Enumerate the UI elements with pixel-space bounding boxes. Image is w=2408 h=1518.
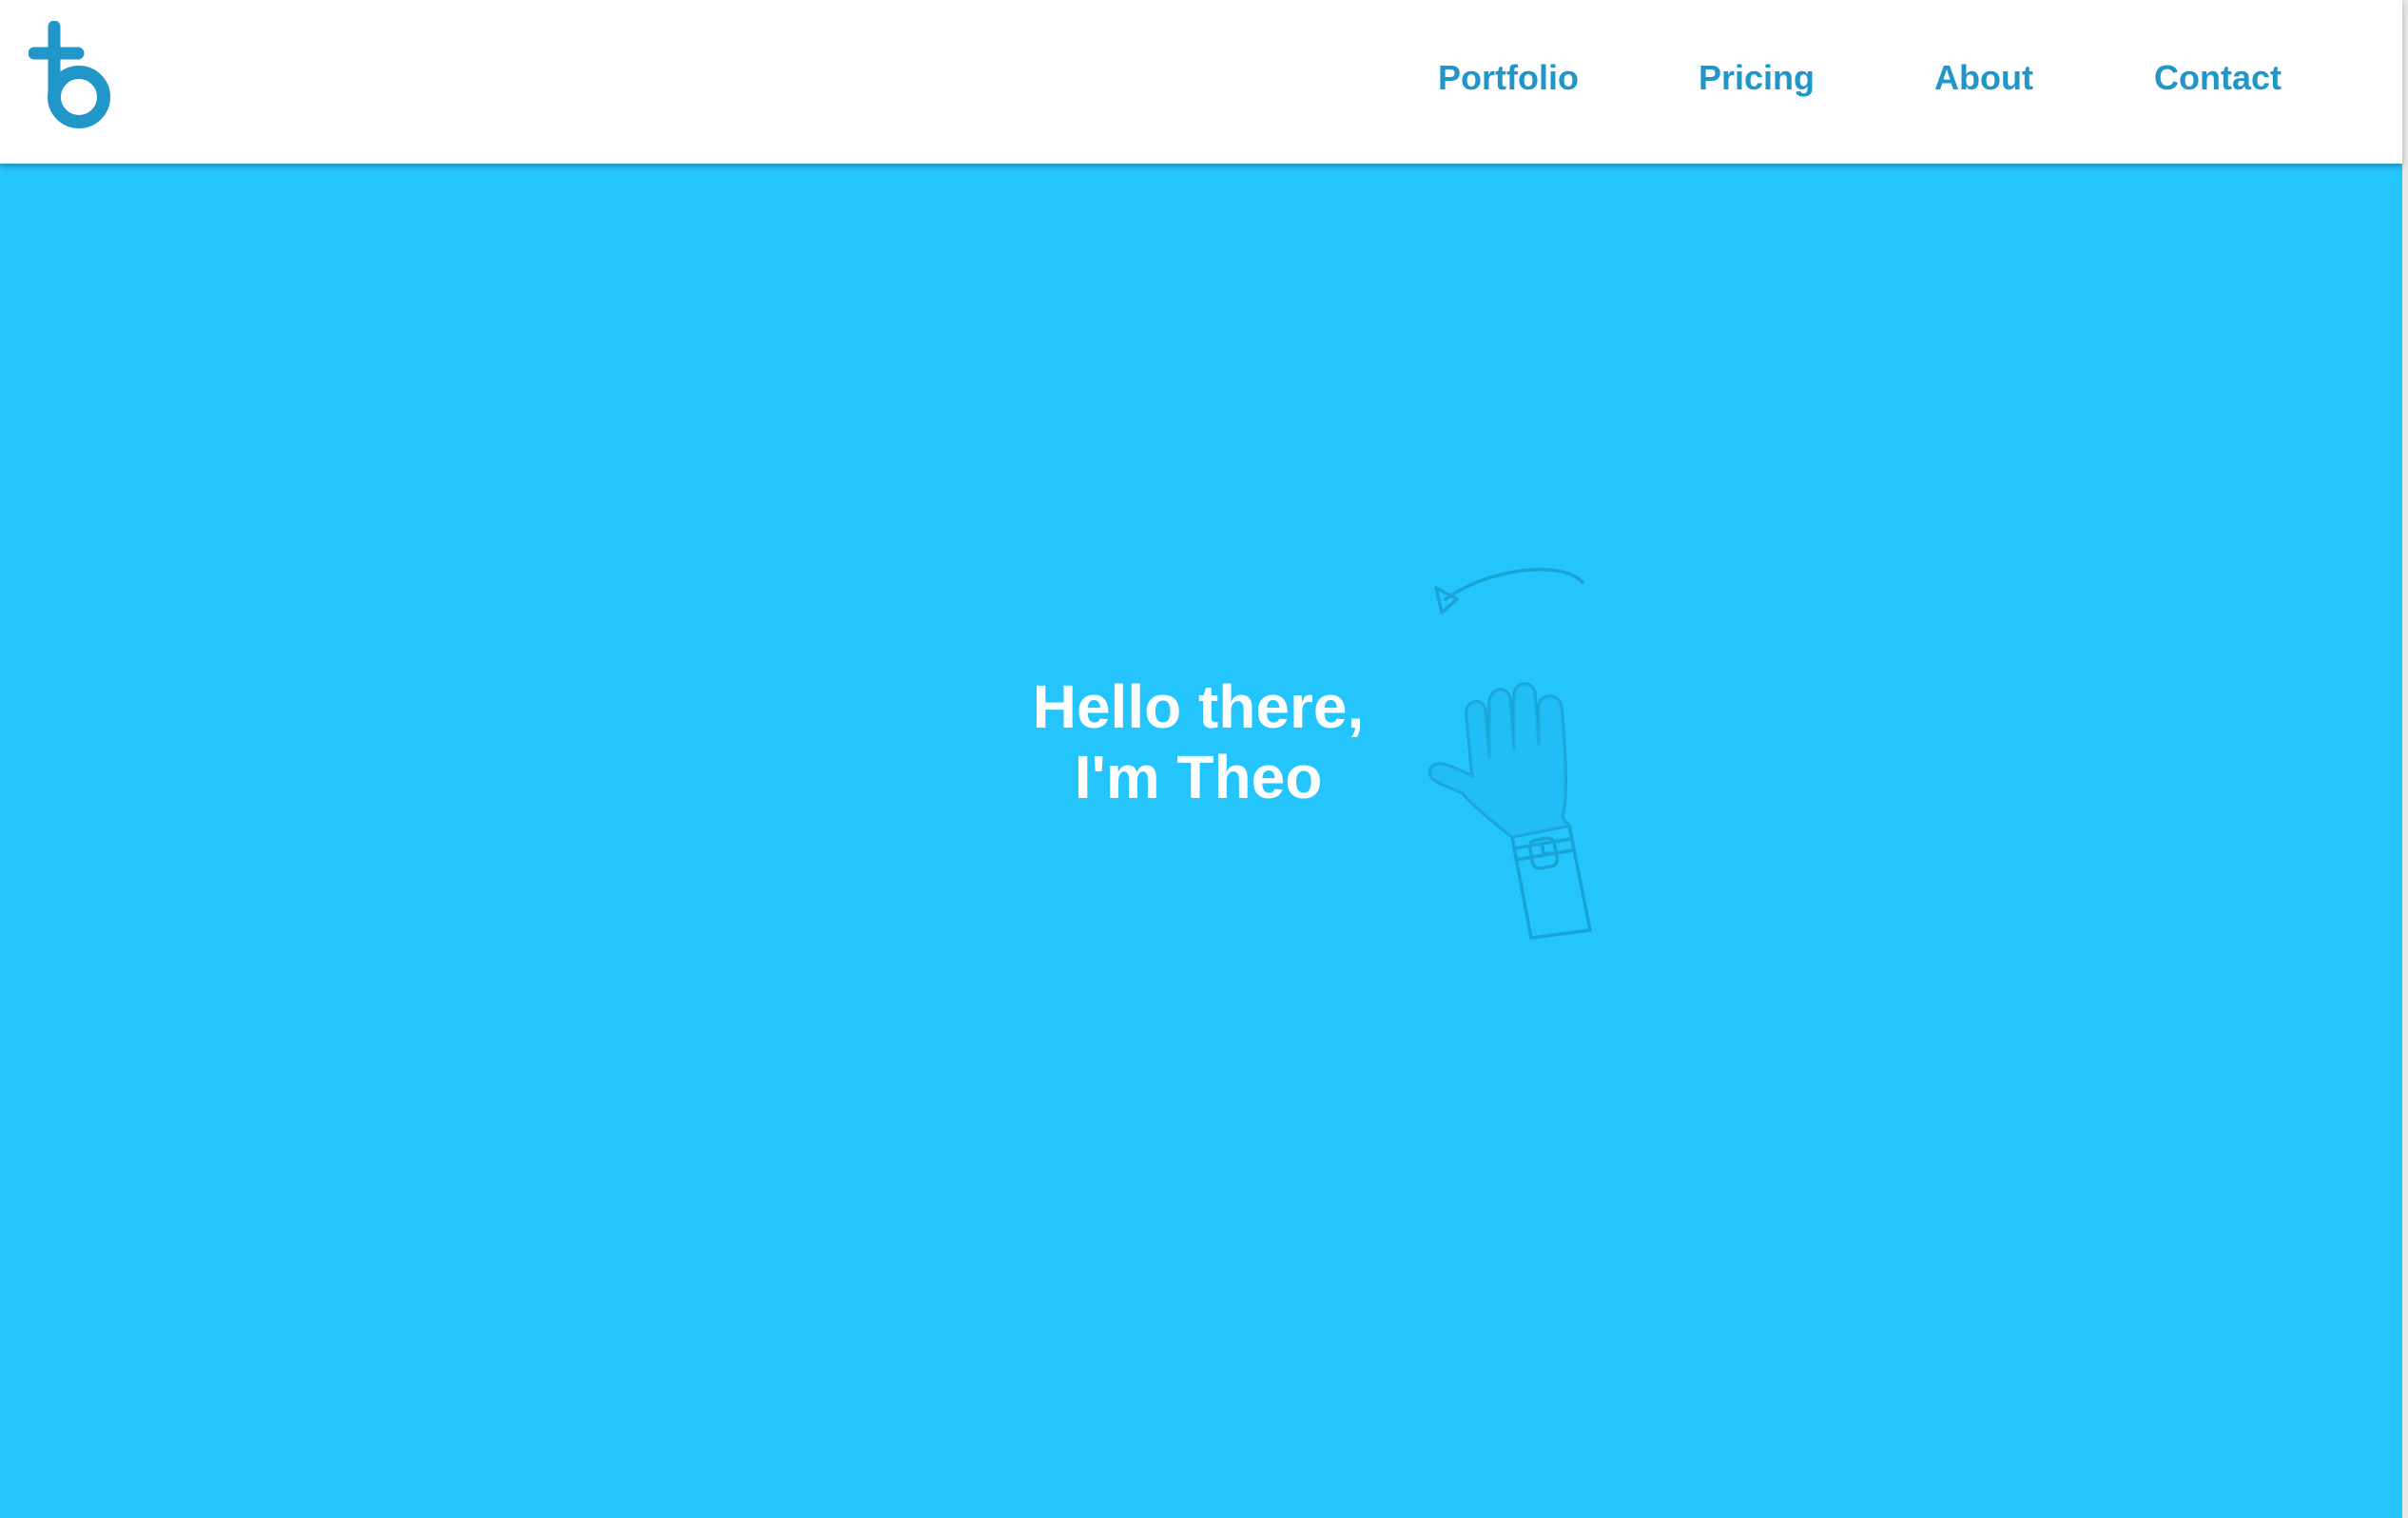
nav-link-about[interactable]: About (1934, 55, 2033, 101)
page: Portfolio Pricing About Contact Hello th… (0, 0, 2408, 1518)
nav-link-pricing[interactable]: Pricing (1699, 55, 1815, 101)
scrollbar-gutter[interactable] (2402, 0, 2408, 1518)
main-nav: Portfolio Pricing About Contact (0, 0, 2402, 164)
nav-link-portfolio[interactable]: Portfolio (1438, 55, 1579, 101)
hero-heading: Hello there, I'm Theo (1008, 671, 1388, 812)
hero-heading-line-2: I'm Theo (1074, 743, 1323, 811)
hero-heading-line-1: Hello there, (1032, 672, 1365, 741)
site-header: Portfolio Pricing About Contact (0, 0, 2402, 164)
hero-section: Hello there, I'm Theo (0, 164, 2402, 1518)
content-area: Portfolio Pricing About Contact Hello th… (0, 0, 2402, 1518)
waving-hand-icon (1427, 567, 1592, 940)
nav-link-contact[interactable]: Contact (2154, 55, 2282, 101)
